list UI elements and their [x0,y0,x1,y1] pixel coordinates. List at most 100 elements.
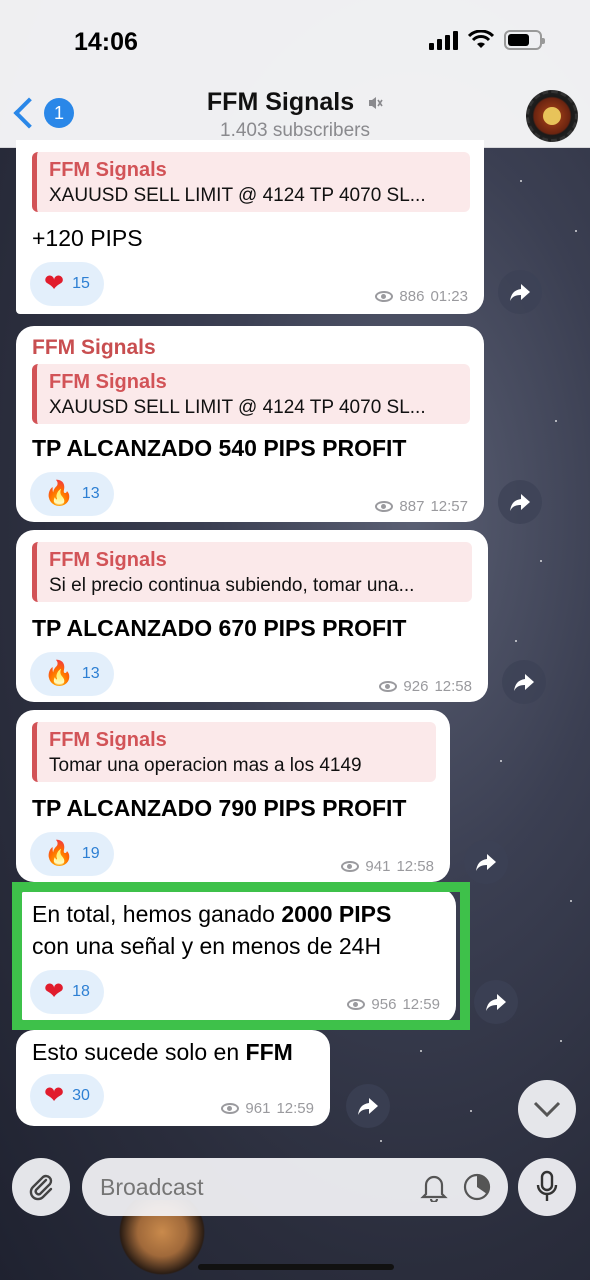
share-arrow-icon [476,854,496,871]
eye-icon [375,501,394,512]
reaction-count: 30 [72,1087,90,1104]
reply-sender: FFM Signals [49,549,167,571]
wifi-icon [468,30,494,48]
input-icons [420,1172,508,1202]
reply-text: XAUUSD SELL LIMIT @ 4124 TP 4070 SL... [49,185,426,206]
message-time: 01:23 [430,288,468,305]
eye-icon [341,861,360,872]
message-text-bold: FFM [245,1039,293,1065]
message-meta: 941 12:58 [341,858,434,875]
heart-icon: ❤ [44,1082,65,1109]
message-text: En total, hemos ganado 2000 PIPS con una… [32,898,391,962]
share-button[interactable] [498,270,542,314]
message-bubble[interactable]: En total, hemos ganado 2000 PIPS con una… [16,888,456,1024]
reply-preview[interactable]: FFM Signals XAUUSD SELL LIMIT @ 4124 TP … [32,152,470,212]
message-time: 12:59 [276,1100,314,1117]
message-text-part: con una señal y en menos de 24H [32,933,382,959]
message-meta: 926 12:58 [379,678,472,695]
reaction-chip[interactable]: ❤ 18 [30,970,104,1014]
broadcast-input[interactable] [100,1173,420,1201]
message-text-bold: 2000 PIPS [281,901,392,927]
bell-icon[interactable] [420,1172,448,1202]
message-text: TP ALCANZADO 540 PIPS PROFIT [32,435,407,461]
message-meta: 886 01:23 [375,288,468,305]
paperclip-icon [29,1174,53,1201]
message-time: 12:58 [396,858,434,875]
heart-icon: ❤ [44,270,65,297]
message-meta: 887 12:57 [375,498,468,515]
message-meta: 961 12:59 [221,1100,314,1117]
fire-icon: 🔥 [44,480,74,507]
heart-icon: ❤ [44,978,65,1005]
reaction-count: 19 [81,845,100,862]
eye-icon [221,1103,240,1114]
view-count: 887 [399,498,425,515]
view-count: 961 [245,1100,271,1117]
message-bubble[interactable]: FFM Signals FFM Signals XAUUSD SELL LIMI… [16,326,484,522]
subscriber-count: 1.403 subscribers [220,120,370,141]
message-text-part: Esto sucede solo en [32,1039,246,1065]
message-time: 12:58 [434,678,472,695]
fire-icon: 🔥 [44,660,74,687]
reply-preview[interactable]: FFM Signals XAUUSD SELL LIMIT @ 4124 TP … [32,364,470,424]
reply-preview[interactable]: FFM Signals Si el precio continua subien… [32,542,472,602]
microphone-icon [536,1170,558,1201]
view-count: 926 [403,678,429,695]
reaction-count: 13 [81,665,100,682]
message-text: TP ALCANZADO 790 PIPS PROFIT [32,795,407,821]
timer-icon[interactable] [462,1172,492,1202]
message-bubble[interactable]: FFM Signals XAUUSD SELL LIMIT @ 4124 TP … [16,140,484,314]
message-bubble[interactable]: Esto sucede solo en FFM ❤ 30 961 12:59 [16,1030,330,1126]
attach-button[interactable] [12,1158,70,1216]
view-count: 886 [399,288,425,305]
share-arrow-icon [510,284,530,301]
share-arrow-icon [510,494,530,511]
share-button[interactable] [346,1084,390,1128]
top-bar: 14:06 1 FFM Signals 1.403 subscribers [0,0,590,148]
share-arrow-icon [514,674,534,691]
reply-preview[interactable]: FFM Signals Tomar una operacion mas a lo… [32,722,436,782]
share-button[interactable] [464,840,508,884]
reply-text: Si el precio continua subiendo, tomar un… [49,575,415,596]
channel-title[interactable]: FFM Signals [0,88,590,117]
message-sender: FFM Signals [32,336,156,359]
message-time: 12:59 [402,996,440,1013]
message-text: Esto sucede solo en FFM [32,1036,293,1068]
message-text: +120 PIPS [32,225,143,251]
reaction-chip[interactable]: 🔥 13 [30,652,114,696]
reply-sender: FFM Signals [49,371,167,393]
scroll-down-button[interactable] [518,1080,576,1138]
reply-text: XAUUSD SELL LIMIT @ 4124 TP 4070 SL... [49,397,426,418]
cellular-signal-icon [429,30,458,50]
status-icons [429,30,545,50]
chevron-down-icon [533,1101,561,1117]
reaction-count: 18 [72,983,90,1000]
message-bubble[interactable]: FFM Signals Si el precio continua subien… [16,530,488,702]
view-count: 956 [371,996,397,1013]
message-bubble[interactable]: FFM Signals Tomar una operacion mas a lo… [16,710,450,882]
message-time: 12:57 [430,498,468,515]
share-arrow-icon [358,1098,378,1115]
status-time: 14:06 [74,28,138,56]
speaker-muted-icon [369,97,383,110]
reply-text: Tomar una operacion mas a los 4149 [49,755,362,776]
view-count: 941 [365,858,391,875]
share-button[interactable] [498,480,542,524]
share-button[interactable] [502,660,546,704]
share-button[interactable] [474,980,518,1024]
reaction-chip[interactable]: 🔥 19 [30,832,114,876]
reaction-chip[interactable]: ❤ 30 [30,1074,104,1118]
reaction-chip[interactable]: 🔥 13 [30,472,114,516]
reaction-chip[interactable]: ❤ 15 [30,262,104,306]
microphone-button[interactable] [518,1158,576,1216]
message-text: TP ALCANZADO 670 PIPS PROFIT [32,615,407,641]
share-arrow-icon [486,994,506,1011]
reply-sender: FFM Signals [49,729,167,751]
reaction-count: 15 [72,275,90,292]
message-input-bar[interactable] [82,1158,508,1216]
home-indicator [198,1264,394,1270]
eye-icon [375,291,394,302]
channel-avatar[interactable] [526,90,578,142]
reply-sender: FFM Signals [49,159,167,181]
battery-icon [504,30,545,50]
